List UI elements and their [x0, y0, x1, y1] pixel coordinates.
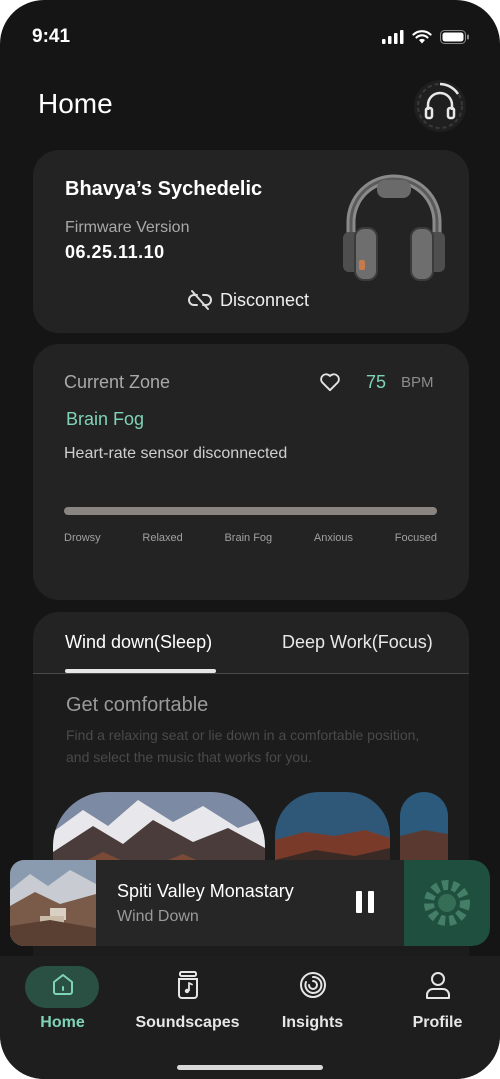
- zone-scale-label: Drowsy: [64, 532, 101, 544]
- insights-ring-icon: [299, 972, 326, 998]
- nav-label-insights: Insights: [281, 1014, 344, 1031]
- nav-item-home[interactable]: Home: [0, 956, 125, 1046]
- status-time: 9:41: [32, 26, 71, 47]
- nav-item-profile[interactable]: Profile: [375, 956, 500, 1046]
- nav-label-profile: Profile: [412, 1014, 463, 1031]
- person-icon: [425, 972, 450, 999]
- zone-scale-label: Brain Fog: [224, 532, 273, 544]
- audio-visualizer[interactable]: [404, 860, 490, 946]
- device-card: Bhavya’s Sychedelic Firmware Version 06.…: [33, 150, 469, 333]
- home-indicator: [177, 1065, 323, 1070]
- device-name: Bhavya’s Sychedelic: [65, 178, 263, 200]
- headphone-status-button[interactable]: [414, 80, 466, 132]
- status-icons: [382, 30, 470, 44]
- zone-scale-labels: Drowsy Relaxed Brain Fog Anxious Focused: [64, 532, 437, 544]
- disconnect-button[interactable]: Disconnect: [188, 288, 309, 312]
- zone-scale-track: [64, 507, 437, 515]
- firmware-value: 06.25.11.10: [65, 242, 165, 262]
- visualizer-icon: [424, 880, 470, 926]
- battery-icon: [440, 30, 469, 44]
- tab-content: Get comfortable Find a relaxing seat or …: [33, 674, 469, 994]
- sensor-status: Heart-rate sensor disconnected: [64, 445, 288, 462]
- signal-icon: [382, 30, 404, 44]
- bpm-unit: BPM: [401, 374, 434, 391]
- nav-label-soundscapes: Soundscapes: [135, 1014, 240, 1031]
- zone-scale-label: Focused: [394, 532, 437, 544]
- mini-player[interactable]: Spiti Valley Monastary Wind Down: [10, 860, 410, 946]
- nav-label-home: Home: [40, 1014, 85, 1031]
- page-title: Home: [38, 88, 113, 119]
- wifi-icon: [412, 30, 432, 44]
- tab-deep-work[interactable]: Deep Work(Focus): [282, 632, 433, 653]
- home-icon: [52, 974, 73, 995]
- nav-item-soundscapes[interactable]: Soundscapes: [125, 956, 250, 1046]
- headphone-icon: [417, 82, 463, 129]
- headphone-image: [343, 174, 445, 281]
- unlink-icon: [188, 290, 212, 310]
- disconnect-label: Disconnect: [220, 289, 310, 310]
- current-zone-card: Current Zone 75 BPM Brain Fog Heart-rate…: [33, 344, 469, 600]
- pause-icon-bar: [368, 891, 374, 913]
- pause-icon: [356, 891, 362, 913]
- zone-scale-label: Anxious: [313, 532, 354, 544]
- track-title: Spiti Valley Monastary: [117, 881, 294, 901]
- current-zone-value: Brain Fog: [66, 409, 145, 429]
- nav-item-insights[interactable]: Insights: [250, 956, 375, 1046]
- zone-scale-label: Relaxed: [142, 532, 183, 544]
- bottom-nav: Home Soundscapes Insights Profile: [0, 956, 500, 1079]
- heart-icon[interactable]: [319, 372, 341, 392]
- step-title: Get comfortable: [66, 694, 209, 716]
- phone-screen: 9:41 Home Bhavya’s Sychedelic Firmware V…: [0, 0, 500, 1079]
- album-art: [10, 860, 96, 946]
- pause-button[interactable]: [356, 891, 378, 915]
- step-description: Find a relaxing seat or lie down in a co…: [66, 727, 420, 765]
- bpm-value: 75: [366, 372, 387, 392]
- current-zone-label: Current Zone: [64, 372, 171, 392]
- tab-wind-down[interactable]: Wind down(Sleep): [65, 632, 212, 653]
- track-subtitle: Wind Down: [117, 908, 199, 925]
- jar-music-icon: [177, 971, 198, 999]
- firmware-label: Firmware Version: [65, 219, 190, 236]
